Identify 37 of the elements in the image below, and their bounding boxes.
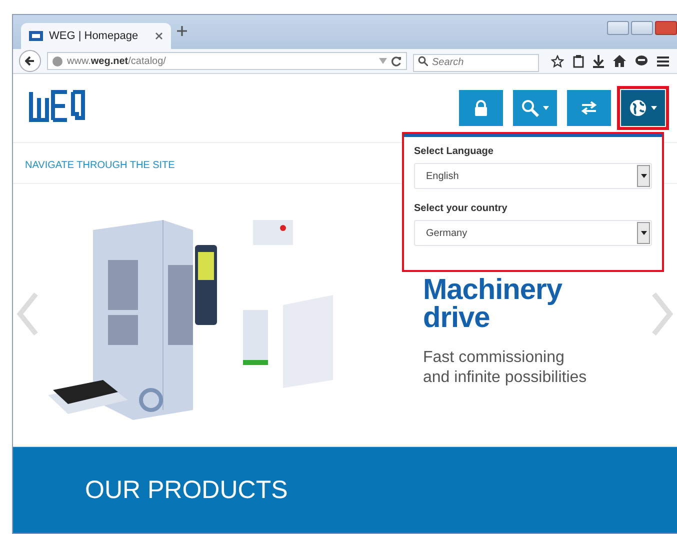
swap-arrows-icon [581, 101, 597, 115]
select-field[interactable]: Germany [414, 220, 652, 246]
chat-bubble-icon[interactable] [635, 55, 648, 67]
close-tab-icon[interactable] [155, 32, 163, 40]
dropdown-button[interactable] [637, 222, 650, 244]
menu-icon[interactable] [657, 56, 669, 66]
reload-icon[interactable] [391, 56, 402, 66]
slide-heading: Machinery [423, 276, 564, 304]
favicon-icon [29, 31, 43, 41]
search-field[interactable]: Search [413, 54, 539, 72]
clipboard-icon[interactable] [573, 54, 584, 68]
lock-icon [474, 100, 488, 116]
home-icon[interactable] [613, 55, 626, 67]
slide-heading: drive [423, 304, 490, 332]
search-button[interactable] [513, 90, 557, 126]
section-heading: OUR PRODUCTS [85, 476, 288, 504]
minimize-button[interactable] [607, 21, 629, 35]
back-button[interactable] [19, 50, 41, 72]
caret-icon [651, 106, 657, 110]
back-arrow-icon [25, 56, 35, 66]
star-icon[interactable] [551, 54, 564, 68]
dropdown-button[interactable] [637, 165, 650, 187]
field-label: Select Language [414, 146, 494, 157]
field-label: Select your country [414, 203, 508, 214]
download-icon[interactable] [593, 54, 604, 68]
search-icon [521, 99, 539, 117]
maximize-button[interactable] [631, 21, 653, 35]
compare-button[interactable] [567, 90, 611, 126]
browser-tab[interactable]: WEG | Homepage [21, 23, 171, 49]
language-button[interactable] [621, 90, 665, 126]
select-field[interactable]: English [414, 163, 652, 189]
caret-icon [543, 106, 549, 110]
login-button[interactable] [459, 90, 503, 126]
slide-subtitle: Fast commissioning [423, 348, 566, 368]
navigate-link[interactable]: NAVIGATE THROUGH THE SITE [25, 160, 175, 171]
address-bar[interactable]: www.weg.net/catalog/ [47, 52, 407, 70]
slide-subtitle: and infinite possibilities [423, 368, 587, 388]
